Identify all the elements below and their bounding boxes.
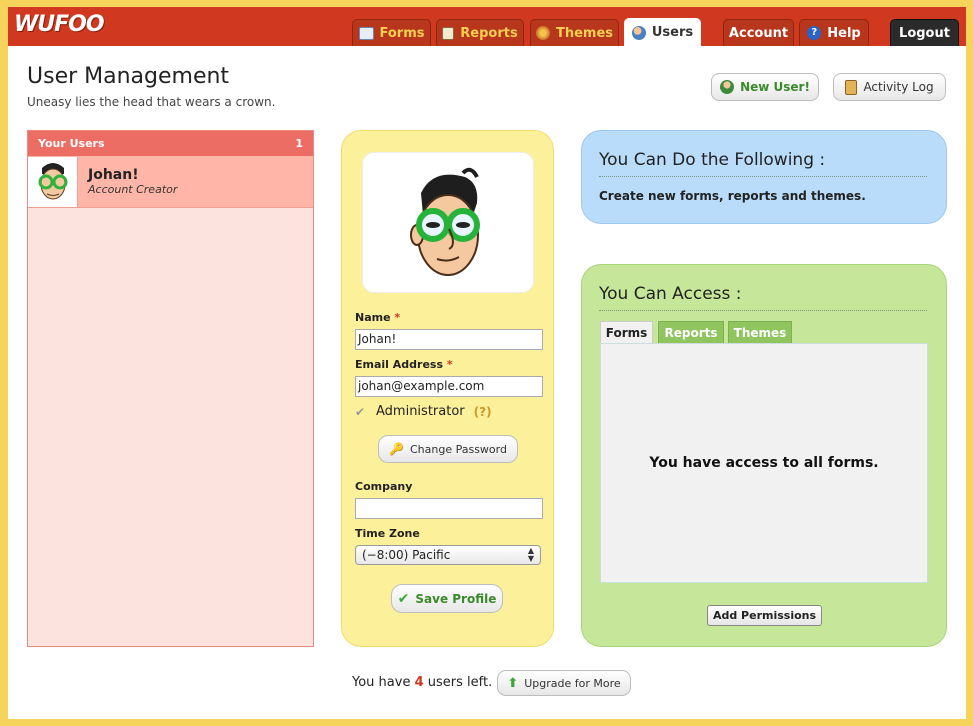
tab-forms[interactable]: Forms bbox=[352, 19, 431, 46]
users-panel: Your Users 1 Johan! Account Creator bbox=[27, 130, 314, 647]
logout-label: Logout bbox=[899, 25, 950, 41]
tab-themes[interactable]: Themes bbox=[530, 19, 619, 46]
key-icon: 🔑 bbox=[389, 442, 404, 456]
tab-account[interactable]: Account bbox=[723, 19, 794, 46]
administrator-checkbox[interactable]: ✔ bbox=[355, 406, 367, 418]
new-user-label: New User! bbox=[740, 80, 810, 94]
company-field[interactable] bbox=[355, 498, 543, 519]
tab-users-label: Users bbox=[651, 25, 694, 40]
users-left-text: You have 4 users left. bbox=[352, 675, 492, 690]
tab-themes-label: Themes bbox=[555, 25, 614, 41]
administrator-row: ✔ Administrator (?) bbox=[355, 404, 492, 419]
activity-log-label: Activity Log bbox=[863, 80, 934, 94]
company-label: Company bbox=[355, 480, 413, 493]
required-mark: * bbox=[446, 358, 453, 371]
users-heading: Your Users bbox=[38, 137, 105, 150]
access-message: You have access to all forms. bbox=[649, 455, 879, 471]
reports-icon bbox=[442, 26, 455, 40]
change-password-label: Change Password bbox=[409, 442, 507, 456]
capabilities-panel: You Can Do the Following : Create new fo… bbox=[581, 130, 947, 224]
activity-log-button[interactable]: Activity Log bbox=[833, 73, 946, 101]
app-frame: WUFOO Forms Reports Themes Users Account… bbox=[8, 7, 966, 719]
users-count: 1 bbox=[295, 137, 303, 150]
divider bbox=[599, 176, 927, 177]
forms-icon bbox=[358, 26, 374, 40]
tab-help-label: Help bbox=[827, 25, 861, 41]
timezone-value: (−8:00) Pacific bbox=[362, 548, 451, 562]
user-name: Johan! bbox=[88, 167, 139, 183]
users-icon bbox=[631, 25, 646, 40]
name-label-text: Name bbox=[355, 311, 391, 324]
clipboard-icon bbox=[845, 79, 858, 95]
logout-button[interactable]: Logout bbox=[890, 19, 959, 46]
administrator-help-link[interactable]: (?) bbox=[474, 405, 492, 419]
tab-account-label: Account bbox=[728, 25, 789, 41]
users-left-count: 4 bbox=[414, 675, 424, 690]
users-panel-header: Your Users 1 bbox=[28, 131, 313, 156]
save-profile-button[interactable]: ✔ Save Profile bbox=[391, 584, 503, 613]
list-item[interactable]: Johan! Account Creator bbox=[28, 156, 313, 208]
tab-forms-label: Forms bbox=[379, 25, 425, 41]
select-arrows-icon: ▲ ▼ bbox=[527, 546, 534, 563]
profile-avatar-icon bbox=[410, 167, 480, 276]
divider bbox=[599, 310, 927, 311]
user-role: Account Creator bbox=[88, 183, 178, 196]
upgrade-button[interactable]: ⬆ Upgrade for More bbox=[497, 670, 631, 696]
email-field[interactable]: johan@example.com bbox=[355, 376, 543, 397]
capabilities-title: You Can Do the Following : bbox=[599, 150, 826, 170]
tab-help[interactable]: ? Help bbox=[799, 19, 869, 46]
email-label-text: Email Address bbox=[355, 358, 444, 371]
users-left-prefix: You have bbox=[352, 675, 411, 690]
required-mark: * bbox=[394, 311, 401, 324]
save-profile-label: Save Profile bbox=[415, 591, 497, 606]
add-permissions-button[interactable]: Add Permissions bbox=[707, 605, 822, 626]
capabilities-text: Create new forms, reports and themes. bbox=[599, 189, 866, 203]
access-content: You have access to all forms. bbox=[600, 343, 928, 583]
email-label: Email Address * bbox=[355, 358, 453, 371]
name-label: Name * bbox=[355, 311, 400, 324]
top-nav-bar: WUFOO Forms Reports Themes Users Account… bbox=[8, 7, 966, 46]
users-left-suffix: users left. bbox=[427, 675, 493, 690]
avatar bbox=[28, 156, 78, 207]
access-panel: You Can Access : Forms Reports Themes Yo… bbox=[581, 264, 947, 647]
profile-avatar[interactable] bbox=[362, 152, 534, 293]
tab-users[interactable]: Users bbox=[624, 18, 701, 46]
user-avatar-icon bbox=[38, 162, 67, 199]
tab-reports[interactable]: Reports bbox=[436, 19, 524, 46]
new-user-button[interactable]: New User! bbox=[711, 73, 819, 101]
change-password-button[interactable]: 🔑 Change Password bbox=[378, 435, 518, 463]
wufoo-logo[interactable]: WUFOO bbox=[14, 12, 105, 37]
timezone-select[interactable]: (−8:00) Pacific ▲ ▼ bbox=[355, 545, 541, 565]
administrator-label: Administrator bbox=[376, 404, 465, 419]
timezone-label: Time Zone bbox=[355, 527, 420, 540]
checkmark-icon: ✔ bbox=[397, 590, 410, 607]
up-arrow-icon: ⬆ bbox=[507, 675, 519, 691]
page-subtitle: Uneasy lies the head that wears a crown. bbox=[27, 95, 276, 109]
name-field[interactable]: Johan! bbox=[355, 329, 543, 350]
themes-icon bbox=[535, 26, 550, 40]
tab-reports-label: Reports bbox=[460, 25, 518, 41]
access-title: You Can Access : bbox=[599, 284, 742, 304]
access-tab-forms[interactable]: Forms bbox=[600, 321, 653, 344]
access-tab-reports[interactable]: Reports bbox=[658, 321, 724, 343]
upgrade-label: Upgrade for More bbox=[524, 676, 621, 690]
page-title: User Management bbox=[27, 64, 230, 89]
help-icon: ? bbox=[807, 26, 822, 40]
profile-panel: Name * Johan! Email Address * johan@exam… bbox=[341, 130, 554, 647]
access-tab-themes[interactable]: Themes bbox=[728, 321, 792, 343]
add-user-icon bbox=[720, 80, 735, 94]
